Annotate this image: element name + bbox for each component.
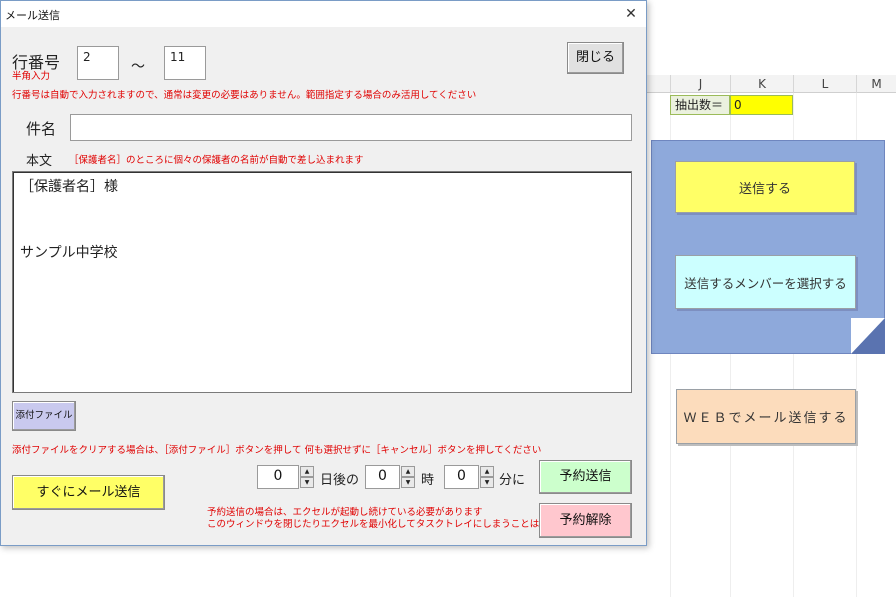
reserve-cancel-button[interactable]: 予約解除 [539,503,632,538]
spin-down-icon[interactable]: ▼ [480,477,494,488]
spin-up-icon[interactable]: ▲ [480,466,494,477]
column-header-k[interactable]: K [730,75,793,93]
spin-down-icon[interactable]: ▼ [300,477,314,488]
close-icon[interactable]: ✕ [621,4,641,24]
subject-input[interactable] [70,114,632,141]
close-button[interactable]: 閉じる [567,42,624,74]
extract-count-label[interactable]: 抽出数＝ [670,95,730,115]
spin-up-icon[interactable]: ▲ [401,466,415,477]
reserve-note-line2: このウィンドウを閉じたりエクセルを最小化してタスクトレイにしまうことはできます [207,519,578,530]
select-members-button[interactable]: 送信するメンバーを選択する [675,255,856,309]
row-number-hint: 半角入力 [12,71,51,82]
extract-count-value[interactable]: 0 [730,95,793,115]
body-line [20,220,624,242]
body-line: サンプル中学校 [20,245,118,261]
dialog-title: メール送信 [5,9,60,22]
send-button[interactable]: 送信する [675,161,855,213]
row-number-note: 行番号は自動で入力されますので、通常は変更の必要はありません。範囲指定する場合の… [12,90,477,101]
spin-down-icon[interactable]: ▼ [401,477,415,488]
body-textarea[interactable]: ［保護者名］様 サンプル中学校 [12,171,632,393]
body-line: ［保護者名］様 [20,179,118,195]
days-input[interactable]: 0 [257,465,299,489]
row-from-input[interactable]: 2 [77,46,119,80]
body-label: 本文 [26,154,53,169]
column-header-j[interactable]: J [670,75,730,93]
column-header-m[interactable]: M [856,75,896,93]
hours-input[interactable]: 0 [365,465,400,489]
body-line [20,198,624,220]
minutes-input[interactable]: 0 [444,465,479,489]
spin-up-icon[interactable]: ▲ [300,466,314,477]
subject-label: 件名 [26,120,57,138]
body-note: ［保護者名］のところに個々の保護者の名前が自動で差し込まれます [69,155,364,166]
days-unit-label: 日後の [320,473,360,488]
hours-unit-label: 時 [421,473,435,488]
row-to-input[interactable]: 11 [164,46,206,80]
reserve-send-button[interactable]: 予約送信 [539,460,632,494]
dialog-titlebar[interactable] [1,1,646,27]
column-header-l[interactable]: L [793,75,856,93]
attach-file-button[interactable]: 添付ファイル [12,401,76,431]
minutes-unit-label: 分に [499,473,526,488]
mail-send-dialog: メール送信 ✕ 行番号 半角入力 2 ～ 11 閉じる 行番号は自動で入力されま… [0,0,647,546]
attach-note: 添付ファイルをクリアする場合は、［添付ファイル］ボタンを押して 何も選択せずに［… [12,445,542,456]
send-now-button[interactable]: すぐにメール送信 [12,475,165,510]
panel-fold [851,318,885,354]
minutes-spinner[interactable]: ▲ ▼ [480,466,494,488]
web-send-button[interactable]: ＷＥＢでメール送信する [676,389,856,444]
hours-spinner[interactable]: ▲ ▼ [401,466,415,488]
days-spinner[interactable]: ▲ ▼ [300,466,314,488]
row-range-tilde: ～ [131,59,145,75]
